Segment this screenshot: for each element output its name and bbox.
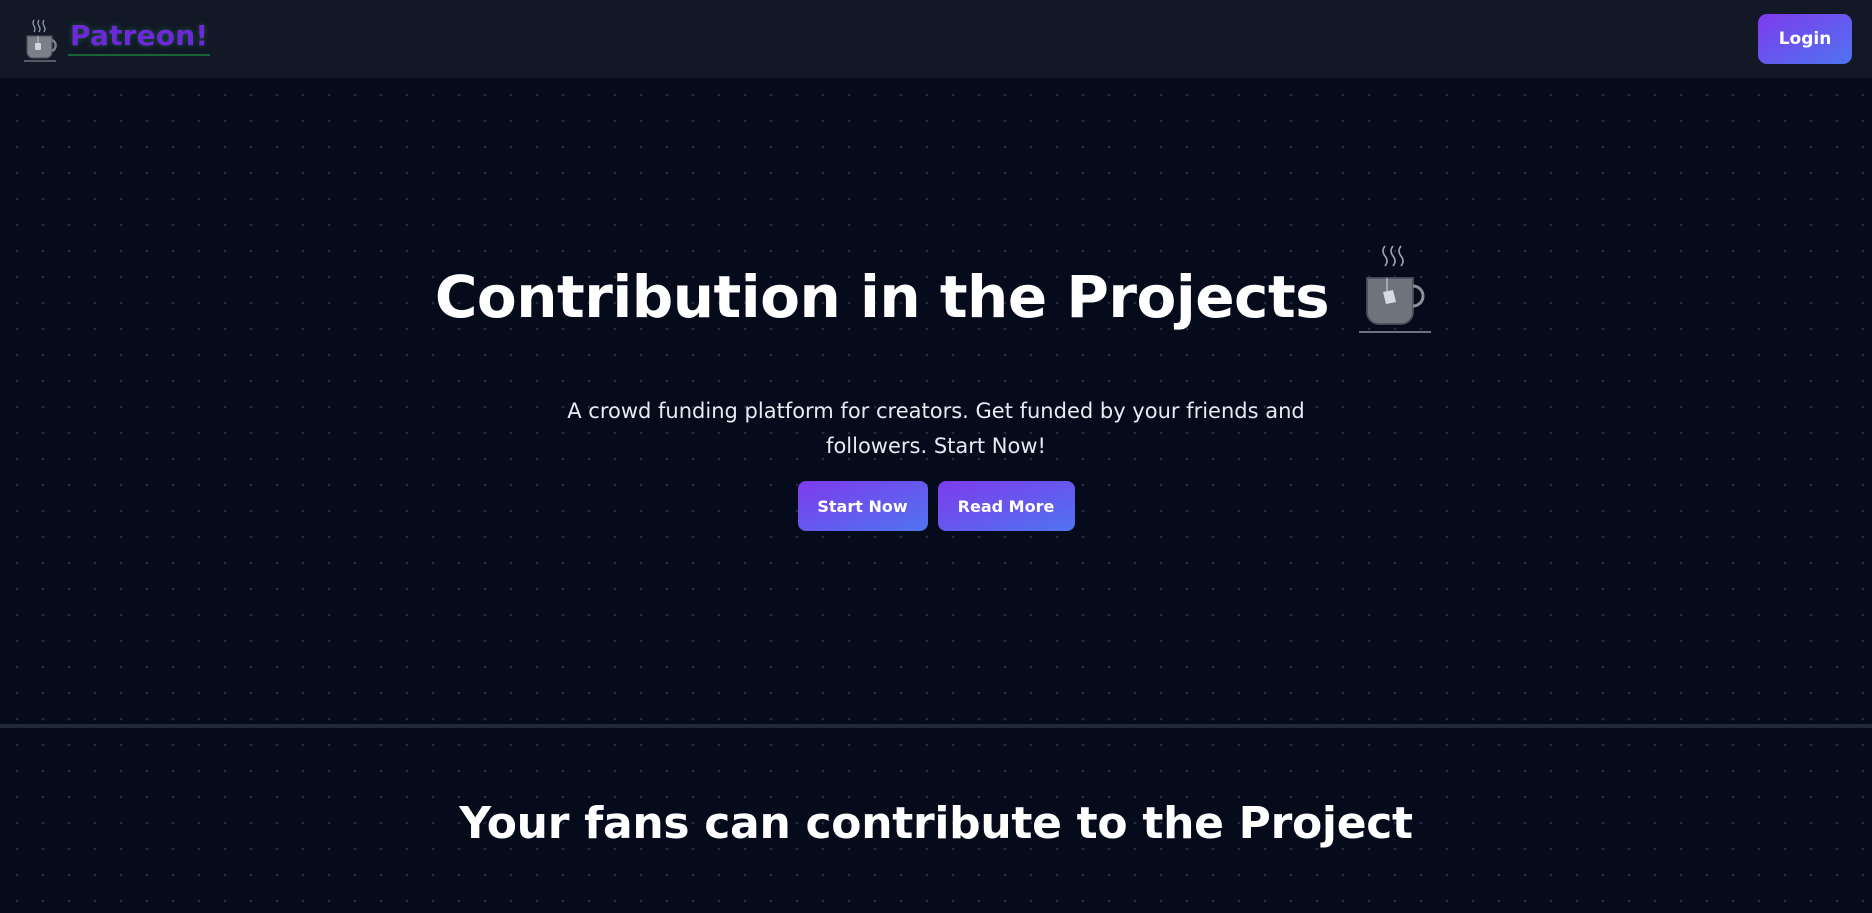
tea-cup-icon [24, 19, 57, 62]
brand-name: Patreon! [68, 22, 211, 56]
fans-section-title: Your fans can contribute to the Project [459, 798, 1413, 849]
section-divider [0, 724, 1872, 728]
start-now-button[interactable]: Start Now [797, 481, 928, 531]
hero-buttons: Start Now Read More [0, 481, 1872, 531]
navbar: Patreon! Login [0, 0, 1872, 78]
login-button[interactable]: Login [1758, 14, 1852, 64]
read-more-button[interactable]: Read More [937, 481, 1075, 531]
hero-subtitle: A crowd funding platform for creators. G… [567, 399, 1305, 458]
page: Patreon! Login Contribution in the Proje… [0, 0, 1872, 913]
hero-title-row: Contribution in the Projects [0, 245, 1872, 336]
brand-link[interactable]: Patreon! [20, 14, 211, 64]
tea-cup-icon [1359, 245, 1432, 333]
hero-section: Contribution in the Projects A crowd fun… [0, 78, 1872, 724]
hero-title: Contribution in the Projects [434, 263, 1330, 331]
